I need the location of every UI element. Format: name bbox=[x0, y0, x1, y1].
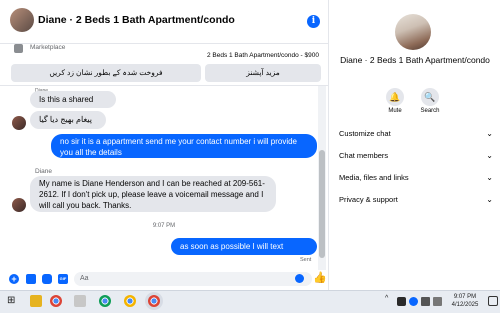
scrollbar-thumb[interactable] bbox=[319, 150, 325, 258]
info-icon[interactable]: i bbox=[307, 15, 320, 28]
mark-as-sold-button[interactable]: فروخت شدہ کے بطور نشان زد کریں bbox=[11, 64, 201, 82]
message-bubble-incoming[interactable]: My name is Diane Henderson and I can be … bbox=[30, 176, 276, 212]
plus-icon[interactable]: + bbox=[9, 274, 19, 284]
mute-button[interactable]: 🔔 bbox=[386, 88, 404, 106]
search-icon: 🔍 bbox=[424, 92, 436, 102]
marketplace-icon bbox=[14, 44, 23, 53]
message-bubble-incoming[interactable]: پیغام بھیج دیا گیا bbox=[30, 111, 106, 129]
chrome-icon-active[interactable] bbox=[148, 295, 160, 307]
chevron-down-icon: ⌄ bbox=[486, 173, 493, 182]
clock-time: 9:07 PM bbox=[453, 294, 477, 300]
message-bubble-outgoing[interactable]: no sir it is a appartment send me your c… bbox=[51, 134, 317, 158]
message-status: Sent bbox=[300, 257, 312, 263]
bell-icon: 🔔 bbox=[389, 92, 401, 102]
message-sender-name: Diane bbox=[35, 168, 52, 175]
section-privacy-support[interactable]: Privacy & support ⌄ bbox=[339, 193, 495, 207]
volume-icon[interactable] bbox=[433, 297, 442, 306]
photo-icon[interactable] bbox=[26, 274, 36, 284]
chat-header: Diane · 2 Beds 1 Bath Apartment/condo i bbox=[0, 0, 328, 44]
listing-avatar[interactable] bbox=[395, 14, 431, 50]
search-button[interactable]: 🔍 bbox=[421, 88, 439, 106]
clock-date: 4/12/2025 bbox=[451, 302, 479, 308]
section-chat-members[interactable]: Chat members ⌄ bbox=[339, 149, 495, 163]
emoji-icon[interactable] bbox=[295, 274, 304, 283]
section-media-files-links[interactable]: Media, files and links ⌄ bbox=[339, 171, 495, 185]
message-timestamp: 9:07 PM bbox=[152, 223, 176, 229]
chrome-icon[interactable] bbox=[99, 295, 111, 307]
marketplace-bar: Marketplace 2 Beds 1 Bath Apartment/cond… bbox=[0, 44, 328, 86]
chat-title[interactable]: Diane · 2 Beds 1 Bath Apartment/condo bbox=[38, 14, 235, 26]
section-label: Media, files and links bbox=[339, 173, 409, 182]
listing-title[interactable]: 2 Beds 1 Bath Apartment/condo - $900 bbox=[207, 52, 319, 59]
message-bubble-incoming[interactable]: Is this a shared condo? bbox=[30, 91, 116, 121]
chrome-icon[interactable] bbox=[124, 295, 136, 307]
search-label: Search bbox=[420, 108, 440, 114]
windows-start-icon[interactable]: ⊞ bbox=[7, 295, 19, 307]
section-label: Chat members bbox=[339, 151, 389, 160]
conversation-info-panel: Diane · 2 Beds 1 Bath Apartment/condo 🔔 … bbox=[328, 0, 500, 290]
mute-label: Mute bbox=[388, 108, 402, 114]
file-explorer-icon[interactable] bbox=[30, 295, 42, 307]
like-icon[interactable]: 👍 bbox=[313, 272, 327, 284]
app-icon[interactable] bbox=[74, 295, 86, 307]
section-label: Customize chat bbox=[339, 129, 391, 138]
chevron-down-icon: ⌄ bbox=[486, 195, 493, 204]
sender-avatar[interactable] bbox=[12, 198, 26, 212]
message-bubble-outgoing[interactable]: as soon as possible I will text you..Tha… bbox=[171, 238, 317, 268]
tray-app-icon[interactable] bbox=[397, 297, 406, 306]
message-input[interactable]: Aa bbox=[74, 272, 312, 286]
chrome-icon[interactable] bbox=[50, 295, 62, 307]
system-clock[interactable]: 9:07 PM 4/12/2025 bbox=[445, 293, 485, 309]
notification-icon[interactable] bbox=[488, 296, 498, 306]
section-label: Privacy & support bbox=[339, 195, 398, 204]
contact-avatar[interactable] bbox=[10, 8, 34, 32]
wifi-icon[interactable] bbox=[421, 297, 430, 306]
gif-icon[interactable]: GIF bbox=[58, 274, 68, 284]
tray-chevron-icon[interactable]: ^ bbox=[385, 295, 388, 302]
more-options-button[interactable]: مزید آپشنز bbox=[205, 64, 321, 82]
chevron-down-icon: ⌄ bbox=[486, 129, 493, 138]
sender-avatar[interactable] bbox=[12, 116, 26, 130]
section-customize-chat[interactable]: Customize chat ⌄ bbox=[339, 127, 495, 141]
marketplace-label: Marketplace bbox=[30, 44, 66, 51]
chevron-down-icon: ⌄ bbox=[486, 151, 493, 160]
panel-conversation-name: Diane · 2 Beds 1 Bath Apartment/condo bbox=[340, 55, 490, 65]
sticker-icon[interactable] bbox=[42, 274, 52, 284]
tray-app-icon[interactable] bbox=[409, 297, 418, 306]
